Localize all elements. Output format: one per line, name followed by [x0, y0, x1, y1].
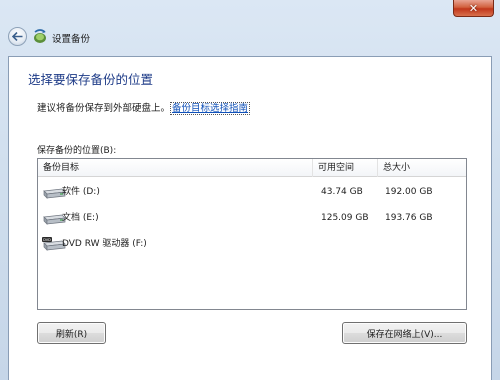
back-button[interactable]: [8, 27, 27, 46]
backup-app-icon: [34, 29, 46, 43]
list-row-drive-f[interactable]: DVD DVD RW 驱动器 (F:): [38, 231, 466, 257]
drive-free-space: 125.09 GB: [321, 213, 369, 223]
suggestion-line: 建议将备份保存到外部硬盘上。 备份目标选择指南: [37, 100, 251, 115]
back-arrow-icon: [12, 32, 23, 41]
close-button[interactable]: ✕: [453, 0, 494, 17]
save-on-network-button[interactable]: 保存在网络上(V)...: [342, 322, 467, 344]
suggestion-text: 建议将备份保存到外部硬盘上。: [37, 103, 171, 114]
drive-name: 软件 (D:): [62, 187, 100, 197]
list-row-drive-d[interactable]: 软件 (D:) 43.74 GB 192.00 GB: [38, 179, 466, 205]
drive-name: DVD RW 驱动器 (F:): [62, 239, 147, 249]
column-header-total-size[interactable]: 总大小: [378, 159, 466, 177]
list-header: 备份目标 可用空间 总大小: [38, 159, 466, 177]
close-icon: ✕: [468, 1, 479, 15]
backup-guide-link[interactable]: 备份目标选择指南: [170, 102, 251, 115]
svg-text:DVD: DVD: [43, 238, 51, 242]
column-header-free-space[interactable]: 可用空间: [313, 159, 378, 177]
drive-total-size: 193.76 GB: [385, 213, 433, 223]
location-label: 保存备份的位置(B):: [37, 146, 117, 156]
window-title: 设置备份: [52, 34, 91, 45]
drive-name: 文档 (E:): [62, 213, 99, 223]
backup-destination-list[interactable]: 备份目标 可用空间 总大小 软件 (D:) 43.74 GB 192.00 GB…: [37, 158, 467, 310]
refresh-button[interactable]: 刷新(R): [37, 322, 106, 344]
page-heading: 选择要保存备份的位置: [28, 72, 154, 87]
drive-free-space: 43.74 GB: [321, 187, 363, 197]
drive-total-size: 192.00 GB: [385, 187, 433, 197]
column-header-target[interactable]: 备份目标: [38, 159, 313, 177]
list-row-drive-e[interactable]: 文档 (E:) 125.09 GB 193.76 GB: [38, 205, 466, 231]
